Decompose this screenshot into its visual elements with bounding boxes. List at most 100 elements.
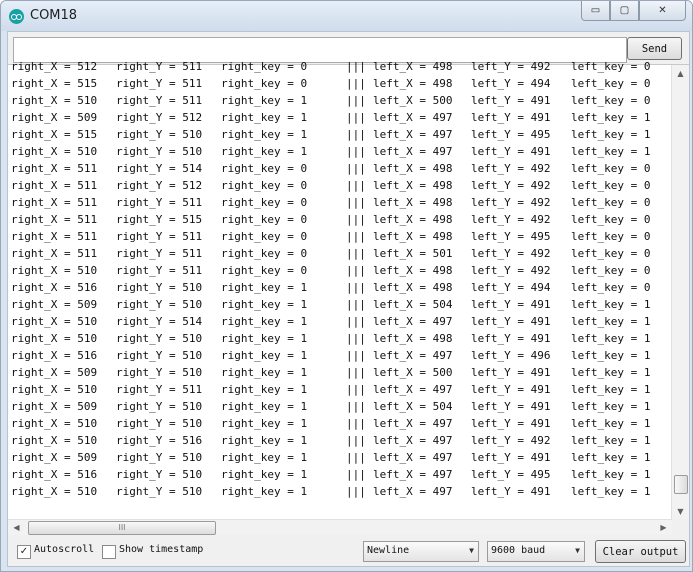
scroll-left-icon[interactable]: ◀ [8,520,25,535]
right-x-value: right_X = 511 [11,213,98,226]
left-y-value: left_Y = 492 [471,162,551,175]
right-y-value: right_Y = 510 [116,366,203,379]
separator: ||| [346,179,366,192]
scroll-right-icon[interactable]: ▶ [655,520,672,535]
minimize-icon: ▭ [590,5,601,16]
left-x-value: left_X = 497 [373,434,453,447]
left-x-value: left_X = 500 [373,366,453,379]
right-x-value: right_X = 509 [11,400,98,413]
separator: ||| [346,111,366,124]
right-y-value: right_Y = 510 [116,332,203,345]
title-bar[interactable]: COM18 ▭ ▢ ✕ [1,1,692,31]
right-y-value: right_Y = 516 [116,434,203,447]
right-key-value: right_key = 1 [221,400,308,413]
right-x-value: right_X = 511 [11,230,98,243]
left-key-value: left_key = 1 [571,366,651,379]
right-y-value: right_Y = 510 [116,468,203,481]
right-x-value: right_X = 516 [11,281,98,294]
right-y-value: right_Y = 510 [116,451,203,464]
right-key-value: right_key = 0 [221,196,308,209]
minimize-button[interactable]: ▭ [581,1,610,21]
separator: ||| [346,94,366,107]
separator: ||| [346,451,366,464]
right-x-value: right_X = 516 [11,468,98,481]
right-y-value: right_Y = 510 [116,485,203,498]
output-line: right_X = 511 right_Y = 515 right_key = 0 |… [11,211,667,228]
clear-output-button[interactable]: Clear output [595,540,686,563]
right-y-value: right_Y = 511 [116,60,203,73]
serial-monitor-window: COM18 ▭ ▢ ✕ Send right_X = 512 right_Y = … [0,0,693,572]
separator: ||| [346,383,366,396]
left-y-value: left_Y = 492 [471,179,551,192]
serial-output[interactable]: right_X = 512 right_Y = 511 right_key = 0 |… [8,60,689,520]
left-y-value: left_Y = 492 [471,196,551,209]
autoscroll-label: Autoscroll [34,544,95,555]
right-key-value: right_key = 1 [221,128,308,141]
horizontal-scrollbar[interactable]: ◀ III ▶ [8,519,672,535]
send-button[interactable]: Send [627,37,682,60]
separator: ||| [346,315,366,328]
right-x-value: right_X = 509 [11,111,98,124]
right-x-value: right_X = 510 [11,145,98,158]
right-y-value: right_Y = 512 [116,111,203,124]
right-y-value: right_Y = 510 [116,145,203,158]
left-x-value: left_X = 498 [373,162,453,175]
vertical-scrollbar[interactable]: ▲ ▼ [671,65,689,520]
left-y-value: left_Y = 491 [471,111,551,124]
right-y-value: right_Y = 514 [116,162,203,175]
right-y-value: right_Y = 510 [116,349,203,362]
left-key-value: left_key = 1 [571,111,651,124]
separator: ||| [346,230,366,243]
scroll-up-icon[interactable]: ▲ [672,65,689,82]
left-y-value: left_Y = 492 [471,213,551,226]
separator: ||| [346,60,366,73]
right-key-value: right_key = 1 [221,94,308,107]
line-ending-select[interactable]: Newline ▼ [363,541,479,562]
left-y-value: left_Y = 494 [471,281,551,294]
left-key-value: left_key = 1 [571,485,651,498]
output-line: right_X = 509 right_Y = 510 right_key = 1 |… [11,398,667,415]
left-key-value: left_key = 0 [571,162,651,175]
right-x-value: right_X = 509 [11,298,98,311]
output-line: right_X = 511 right_Y = 511 right_key = 0 |… [11,228,667,245]
left-key-value: left_key = 0 [571,264,651,277]
right-x-value: right_X = 511 [11,162,98,175]
left-y-value: left_Y = 491 [471,298,551,311]
right-key-value: right_key = 1 [221,366,308,379]
scroll-down-icon[interactable]: ▼ [672,503,689,520]
close-button[interactable]: ✕ [639,1,686,21]
left-x-value: left_X = 501 [373,247,453,260]
output-line: right_X = 511 right_Y = 511 right_key = 0 |… [11,245,667,262]
right-key-value: right_key = 1 [221,349,308,362]
vertical-scroll-thumb[interactable] [674,475,688,494]
right-key-value: right_key = 1 [221,383,308,396]
right-x-value: right_X = 510 [11,264,98,277]
baud-rate-select[interactable]: 9600 baud ▼ [487,541,585,562]
left-y-value: left_Y = 491 [471,94,551,107]
window-title: COM18 [30,8,78,23]
right-key-value: right_key = 1 [221,332,308,345]
right-y-value: right_Y = 510 [116,128,203,141]
right-y-value: right_Y = 514 [116,315,203,328]
left-y-value: left_Y = 491 [471,485,551,498]
horizontal-scroll-thumb[interactable]: III [28,521,216,535]
separator: ||| [346,298,366,311]
right-key-value: right_key = 0 [221,60,308,73]
window-controls: ▭ ▢ ✕ [581,1,686,21]
maximize-button[interactable]: ▢ [610,1,639,21]
left-x-value: left_X = 504 [373,298,453,311]
right-y-value: right_Y = 511 [116,247,203,260]
left-key-value: left_key = 1 [571,468,651,481]
left-key-value: left_key = 1 [571,417,651,430]
right-y-value: right_Y = 511 [116,383,203,396]
show-timestamp-checkbox[interactable] [102,545,116,559]
output-line: right_X = 510 right_Y = 510 right_key = 1 |… [11,483,667,500]
right-key-value: right_key = 0 [221,264,308,277]
left-key-value: left_key = 0 [571,213,651,226]
right-y-value: right_Y = 511 [116,230,203,243]
left-x-value: left_X = 497 [373,468,453,481]
autoscroll-checkbox[interactable]: ✓ [17,545,31,559]
right-key-value: right_key = 0 [221,247,308,260]
right-x-value: right_X = 509 [11,451,98,464]
separator: ||| [346,400,366,413]
